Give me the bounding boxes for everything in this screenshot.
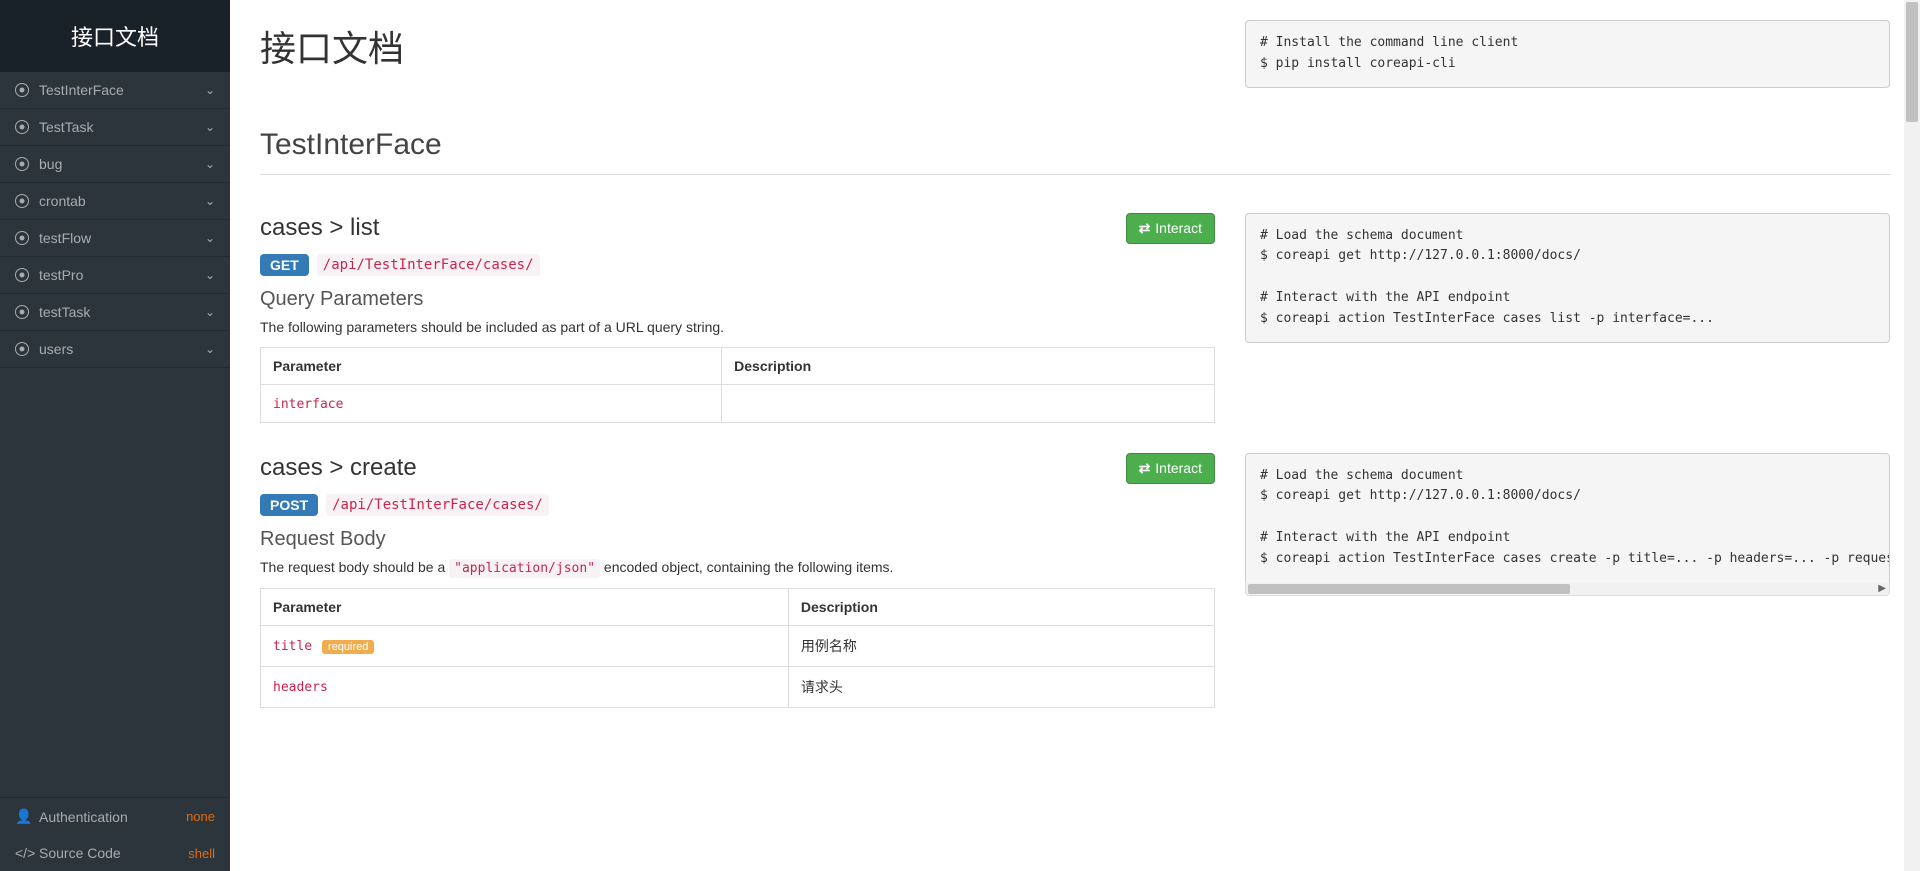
target-icon bbox=[15, 83, 29, 97]
sidebar-item-label: users bbox=[39, 341, 205, 357]
sidebar-item-label: TestTask bbox=[39, 119, 205, 135]
chevron-down-icon: ⌄ bbox=[205, 157, 215, 171]
section-title: TestInterFace bbox=[260, 128, 1890, 175]
chevron-down-icon: ⌄ bbox=[205, 305, 215, 319]
horizontal-scrollbar[interactable]: ◀ ▶ bbox=[1245, 582, 1890, 596]
swap-icon bbox=[1139, 220, 1151, 237]
endpoint-title: cases > create bbox=[260, 454, 417, 482]
sidebar-item-label: testTask bbox=[39, 304, 205, 320]
page-title: 接口文档 bbox=[260, 20, 1215, 72]
params-table: Parameter Description title required 用例名… bbox=[260, 588, 1215, 708]
method-badge-get: GET bbox=[260, 254, 309, 276]
target-icon bbox=[15, 194, 29, 208]
interact-button[interactable]: Interact bbox=[1126, 213, 1215, 244]
sidebar-item-crontab[interactable]: crontab ⌄ bbox=[0, 183, 230, 220]
footer-auth-label: Authentication bbox=[39, 809, 186, 825]
required-badge: required bbox=[322, 640, 374, 654]
endpoint-path: /api/TestInterFace/cases/ bbox=[317, 254, 540, 276]
sidebar-item-label: crontab bbox=[39, 193, 205, 209]
endpoint-cases-create: cases > create Interact POST /api/TestIn… bbox=[260, 453, 1215, 708]
param-desc: 用例名称 bbox=[788, 625, 1214, 666]
param-desc bbox=[722, 384, 1215, 422]
interact-label: Interact bbox=[1155, 220, 1202, 236]
table-row: interface bbox=[261, 384, 1215, 422]
table-row: title required 用例名称 bbox=[261, 625, 1215, 666]
code-icon: </> bbox=[15, 845, 29, 861]
chevron-down-icon: ⌄ bbox=[205, 231, 215, 245]
chevron-down-icon: ⌄ bbox=[205, 342, 215, 356]
sidebar-item-label: testFlow bbox=[39, 230, 205, 246]
sidebar-title: 接口文档 bbox=[0, 0, 230, 72]
interact-label: Interact bbox=[1155, 460, 1202, 476]
param-desc: 请求头 bbox=[788, 666, 1214, 707]
interact-button[interactable]: Interact bbox=[1126, 453, 1215, 484]
table-header-row: Parameter Description bbox=[261, 347, 1215, 384]
desc-post: encoded object, containing the following… bbox=[604, 559, 894, 575]
footer-sourcecode[interactable]: </> Source Code shell bbox=[0, 835, 230, 871]
target-icon bbox=[15, 305, 29, 319]
sidebar-item-label: testPro bbox=[39, 267, 205, 283]
swap-icon bbox=[1139, 460, 1151, 477]
desc-code: "application/json" bbox=[449, 559, 600, 578]
target-icon bbox=[15, 342, 29, 356]
target-icon bbox=[15, 157, 29, 171]
main-content: 接口文档 # Install the command line client $… bbox=[230, 0, 1920, 728]
scrollbar-thumb[interactable] bbox=[1248, 584, 1570, 594]
install-code-block: # Install the command line client $ pip … bbox=[1245, 20, 1890, 88]
sidebar-item-label: TestInterFace bbox=[39, 82, 205, 98]
param-name: title bbox=[273, 639, 312, 654]
sidebar-footer: 👤 Authentication none </> Source Code sh… bbox=[0, 797, 230, 871]
chevron-down-icon: ⌄ bbox=[205, 268, 215, 282]
sidebar-item-label: bug bbox=[39, 156, 205, 172]
th-parameter: Parameter bbox=[261, 588, 789, 625]
target-icon bbox=[15, 231, 29, 245]
sidebar-item-testpro[interactable]: testPro ⌄ bbox=[0, 257, 230, 294]
request-body-desc: The request body should be a "applicatio… bbox=[260, 559, 1215, 576]
endpoint-path: /api/TestInterFace/cases/ bbox=[326, 494, 549, 516]
desc-pre: The request body should be a bbox=[260, 559, 449, 575]
query-params-desc: The following parameters should be inclu… bbox=[260, 319, 1215, 335]
target-icon bbox=[15, 120, 29, 134]
endpoint-title: cases > list bbox=[260, 214, 379, 242]
th-description: Description bbox=[722, 347, 1215, 384]
param-name: headers bbox=[273, 680, 328, 695]
table-header-row: Parameter Description bbox=[261, 588, 1215, 625]
scroll-right-icon: ▶ bbox=[1878, 583, 1886, 594]
footer-auth-value: none bbox=[186, 809, 215, 824]
query-params-heading: Query Parameters bbox=[260, 288, 1215, 311]
page-scrollbar[interactable] bbox=[1904, 0, 1920, 871]
chevron-down-icon: ⌄ bbox=[205, 194, 215, 208]
th-description: Description bbox=[788, 588, 1214, 625]
target-icon bbox=[15, 268, 29, 282]
sidebar: 接口文档 TestInterFace ⌄ TestTask ⌄ bug ⌄ cr… bbox=[0, 0, 230, 871]
footer-authentication[interactable]: 👤 Authentication none bbox=[0, 798, 230, 835]
sidebar-item-testflow[interactable]: testFlow ⌄ bbox=[0, 220, 230, 257]
endpoint-cases-list: cases > list Interact GET /api/TestInter… bbox=[260, 213, 1215, 423]
footer-source-value: shell bbox=[188, 846, 215, 861]
scrollbar-thumb[interactable] bbox=[1906, 2, 1918, 122]
sidebar-nav: TestInterFace ⌄ TestTask ⌄ bug ⌄ crontab… bbox=[0, 72, 230, 797]
param-name: interface bbox=[273, 397, 343, 412]
sidebar-item-testinterface[interactable]: TestInterFace ⌄ bbox=[0, 72, 230, 109]
sidebar-item-users[interactable]: users ⌄ bbox=[0, 331, 230, 368]
params-table: Parameter Description interface bbox=[260, 347, 1215, 423]
table-row: headers 请求头 bbox=[261, 666, 1215, 707]
endpoint-code-block: # Load the schema document $ coreapi get… bbox=[1245, 213, 1890, 343]
sidebar-item-testtask[interactable]: TestTask ⌄ bbox=[0, 109, 230, 146]
chevron-down-icon: ⌄ bbox=[205, 83, 215, 97]
footer-source-label: Source Code bbox=[39, 845, 188, 861]
user-icon: 👤 bbox=[15, 808, 29, 825]
sidebar-item-bug[interactable]: bug ⌄ bbox=[0, 146, 230, 183]
th-parameter: Parameter bbox=[261, 347, 722, 384]
sidebar-item-testtask2[interactable]: testTask ⌄ bbox=[0, 294, 230, 331]
chevron-down-icon: ⌄ bbox=[205, 120, 215, 134]
method-badge-post: POST bbox=[260, 494, 318, 516]
endpoint-code-block: # Load the schema document $ coreapi get… bbox=[1245, 453, 1890, 582]
request-body-heading: Request Body bbox=[260, 528, 1215, 551]
